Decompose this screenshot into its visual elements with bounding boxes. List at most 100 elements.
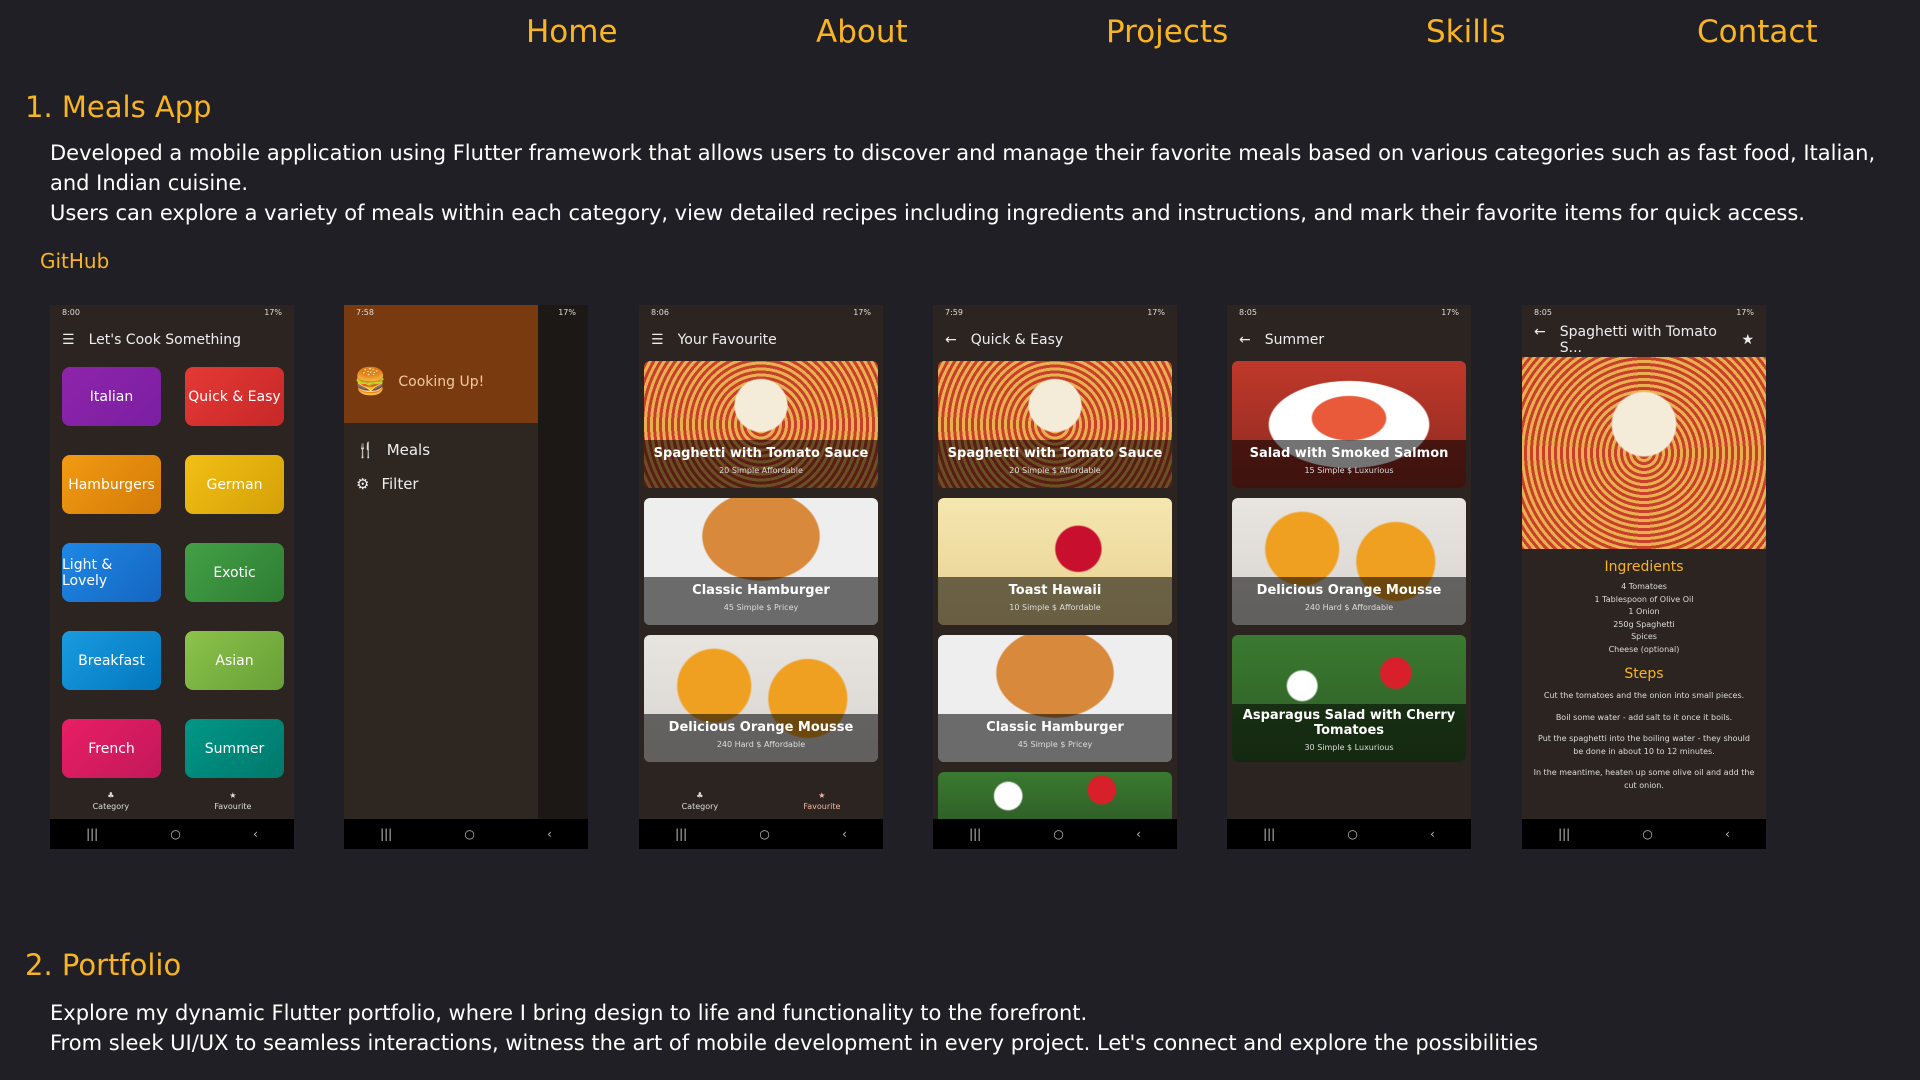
category-tile[interactable]: Light & Lovely bbox=[62, 543, 161, 602]
screenshot-quick-easy: 7:59 17% ← Quick & Easy Spaghetti with Tom… bbox=[933, 305, 1177, 849]
step: Boil some water - add salt to it once it… bbox=[1555, 712, 1733, 722]
app-bar: ← Quick & Easy bbox=[933, 323, 1177, 357]
nav-projects[interactable]: Projects bbox=[1106, 14, 1228, 50]
back-icon: ‹ bbox=[547, 827, 552, 841]
meal-card[interactable]: Salad with Smoked Salmon 15 Simple $ Luxu… bbox=[1232, 361, 1466, 488]
category-icon: ♣ bbox=[696, 791, 704, 800]
meal-card[interactable]: Classic Hamburger 45 Simple $ Pricey bbox=[644, 498, 878, 625]
nav-contact[interactable]: Contact bbox=[1697, 14, 1818, 50]
app-bar-title: Quick & Easy bbox=[970, 332, 1064, 348]
category-tile[interactable]: French bbox=[62, 719, 161, 778]
category-icon: ♣ bbox=[107, 791, 115, 800]
bottom-nav-label: Category bbox=[92, 802, 130, 811]
bottom-nav-label: Favourite bbox=[803, 802, 841, 811]
steps-list: Cut the tomatoes and the onion into smal… bbox=[1522, 690, 1766, 792]
meal-meta: 240 Hard $ Affordable bbox=[1304, 603, 1394, 612]
category-tile[interactable]: Summer bbox=[185, 719, 284, 778]
meal-card[interactable]: Spaghetti with Tomato Sauce 20 Simple $ A… bbox=[938, 361, 1172, 488]
meal-card[interactable]: Delicious Orange Mousse 240 Hard $ Afford… bbox=[644, 635, 878, 762]
drawer-title: Cooking Up! bbox=[398, 374, 485, 390]
app-bar: ← Spaghetti with Tomato S... ★ bbox=[1522, 323, 1766, 357]
nav-skills[interactable]: Skills bbox=[1426, 14, 1506, 50]
bottom-nav-favourite[interactable]: ★ Favourite bbox=[214, 791, 251, 811]
restaurant-icon: 🍴 bbox=[356, 441, 375, 459]
project-title: 2. Portfolio bbox=[25, 948, 182, 982]
status-battery: 17% bbox=[1736, 308, 1754, 317]
bottom-nav-favourite[interactable]: ★ Favourite bbox=[803, 791, 840, 811]
status-bar: 8:05 17% bbox=[1227, 305, 1471, 323]
step: Cut the tomatoes and the onion into smal… bbox=[1543, 691, 1745, 700]
category-tile[interactable]: Quick & Easy bbox=[185, 367, 284, 426]
ingredients-list: 4 Tomatoes 1 Tablespoon of Olive Oil 1 O… bbox=[1522, 581, 1766, 656]
category-tile[interactable]: Exotic bbox=[185, 543, 284, 602]
status-bar: 8:06 17% bbox=[639, 305, 883, 323]
nav-about[interactable]: About bbox=[816, 14, 908, 50]
meal-meta: 20 Simple $ Affordable bbox=[1009, 466, 1101, 475]
status-bar: 7:58 17% bbox=[344, 305, 588, 323]
back-arrow-icon[interactable]: ← bbox=[1534, 324, 1546, 356]
menu-icon: ☰ bbox=[651, 332, 664, 348]
step: In the meantime, heaten up some olive oi… bbox=[1533, 768, 1755, 790]
ingredients-heading: Ingredients bbox=[1604, 559, 1684, 575]
category-tile[interactable]: Asian bbox=[185, 631, 284, 690]
app-bar: ☰ Let's Cook Something bbox=[50, 323, 294, 357]
settings-icon: ⚙ bbox=[356, 475, 370, 493]
fastfood-icon: 🍔 bbox=[354, 367, 387, 397]
status-time: 7:58 bbox=[356, 308, 374, 317]
ingredient: 1 Tablespoon of Olive Oil bbox=[1594, 594, 1694, 604]
home-icon: ○ bbox=[1053, 827, 1064, 841]
bottom-nav-label: Favourite bbox=[214, 802, 252, 811]
meal-meta: 15 Simple $ Luxurious bbox=[1304, 466, 1394, 475]
bottom-nav-category[interactable]: ♣ Category bbox=[93, 791, 130, 811]
status-time: 8:05 bbox=[1534, 308, 1552, 317]
app-bar-title: Spaghetti with Tomato S... bbox=[1559, 324, 1717, 356]
status-battery: 17% bbox=[264, 308, 282, 317]
recents-icon: ||| bbox=[1263, 827, 1276, 841]
nav-home[interactable]: Home bbox=[526, 14, 618, 50]
meal-card[interactable]: Classic Hamburger 45 Simple $ Pricey bbox=[938, 635, 1172, 762]
ingredient: 250g Spaghetti bbox=[1613, 619, 1675, 629]
meal-card[interactable]: Asparagus Salad with Cherry Tomatoes 30 S… bbox=[1232, 635, 1466, 762]
drawer-item-filter[interactable]: ⚙ Filter bbox=[344, 467, 538, 501]
description-line: Explore my dynamic Flutter portfolio, wh… bbox=[50, 1001, 1088, 1025]
description-line: Developed a mobile application using Flu… bbox=[50, 141, 1876, 195]
bottom-nav-category[interactable]: ♣ Category bbox=[682, 791, 719, 811]
status-time: 8:06 bbox=[651, 308, 669, 317]
project-title: 1. Meals App bbox=[25, 90, 212, 124]
app-bar-title: Your Favourite bbox=[677, 332, 777, 348]
system-nav: ||| ○ ‹ bbox=[344, 819, 588, 849]
home-icon: ○ bbox=[464, 827, 475, 841]
meal-card[interactable]: Spaghetti with Tomato Sauce 20 Simple Aff… bbox=[644, 361, 878, 488]
star-icon[interactable]: ★ bbox=[1741, 332, 1754, 348]
category-tile[interactable]: Breakfast bbox=[62, 631, 161, 690]
screenshot-categories: 8:00 17% ☰ Let's Cook Something Italian Qu… bbox=[50, 305, 294, 849]
category-tile[interactable]: German bbox=[185, 455, 284, 514]
recents-icon: ||| bbox=[1558, 827, 1571, 841]
github-link[interactable]: GitHub bbox=[40, 249, 109, 273]
category-tile[interactable]: Italian bbox=[62, 367, 161, 426]
description-line: From sleek UI/UX to seamless interaction… bbox=[50, 1031, 1539, 1055]
ingredient: Spices bbox=[1631, 632, 1657, 641]
meal-meta: 20 Simple Affordable bbox=[719, 466, 803, 475]
meal-card[interactable]: Toast Hawaii 10 Simple $ Affordable bbox=[938, 498, 1172, 625]
back-arrow-icon[interactable]: ← bbox=[1239, 332, 1251, 348]
screenshot-summer: 8:05 17% ← Summer Salad with Smoked Salmon… bbox=[1227, 305, 1471, 849]
star-icon: ★ bbox=[229, 791, 237, 800]
category-tile[interactable]: Hamburgers bbox=[62, 455, 161, 514]
top-nav: Home About Projects Skills Contact bbox=[0, 14, 1920, 54]
meal-title: Toast Hawaii bbox=[1008, 583, 1102, 598]
drawer-item-label: Meals bbox=[386, 441, 431, 459]
status-battery: 17% bbox=[1441, 308, 1459, 317]
app-bar-title: Summer bbox=[1264, 332, 1325, 348]
drawer-item-meals[interactable]: 🍴 Meals bbox=[344, 433, 538, 467]
steps-heading: Steps bbox=[1624, 666, 1664, 682]
meal-card[interactable]: Delicious Orange Mousse 240 Hard $ Afford… bbox=[1232, 498, 1466, 625]
project-description: Developed a mobile application using Flu… bbox=[50, 138, 1890, 228]
meal-title: Delicious Orange Mousse bbox=[1256, 583, 1442, 598]
back-arrow-icon[interactable]: ← bbox=[945, 332, 957, 348]
category-grid: Italian Quick & Easy Hamburgers German L… bbox=[50, 357, 294, 788]
meal-meta: 240 Hard $ Affordable bbox=[716, 740, 806, 749]
side-drawer: 7:58 17% 🍔 Cooking Up! 🍴 Meals ⚙ Filter bbox=[344, 305, 576, 819]
meal-title: Salad with Smoked Salmon bbox=[1249, 446, 1449, 461]
status-bar: 8:05 17% bbox=[1522, 305, 1766, 323]
